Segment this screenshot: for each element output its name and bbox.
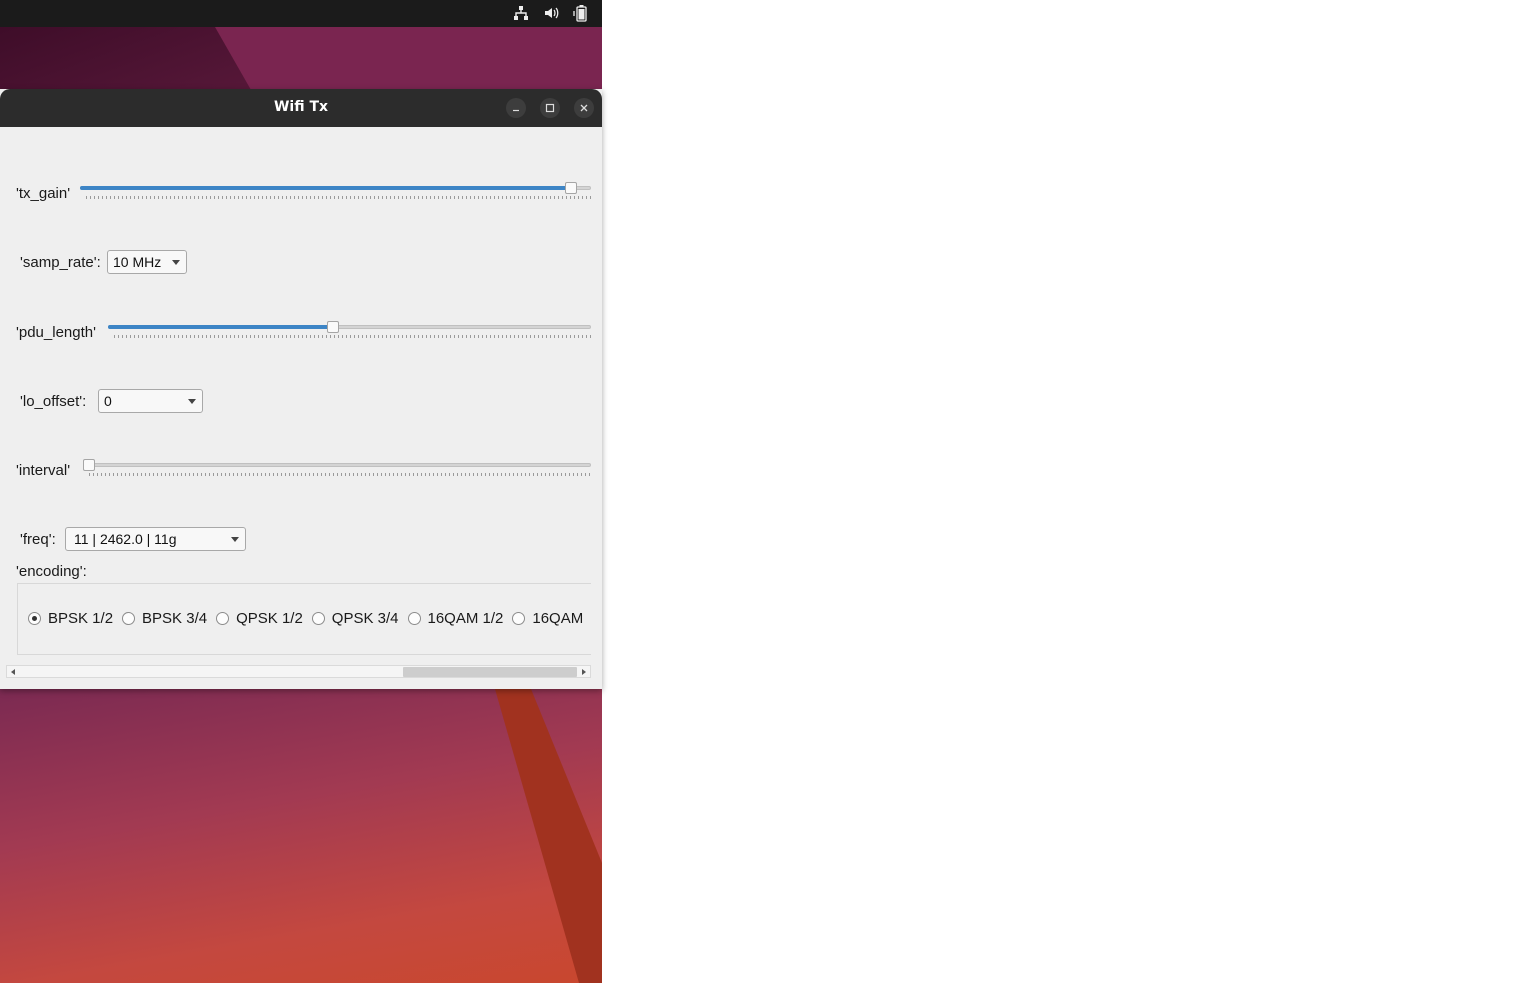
interval-slider[interactable]	[83, 455, 591, 476]
tx-gain-slider[interactable]	[80, 178, 591, 199]
slider-handle[interactable]	[327, 321, 340, 333]
top-bar	[0, 0, 602, 27]
encoding-radio[interactable]: BPSK 3/4	[122, 610, 207, 627]
radio-button[interactable]	[122, 612, 136, 625]
encoding-radio[interactable]: QPSK 3/4	[311, 610, 399, 627]
samp-rate-dropdown[interactable]: 10 MHz	[107, 250, 187, 274]
minimize-icon	[513, 109, 519, 112]
battery-icon[interactable]	[572, 4, 590, 22]
scroll-right-icon[interactable]	[582, 669, 586, 675]
slider-track	[83, 463, 591, 467]
encoding-options: BPSK 1/2 BPSK 3/4 QPSK 1/2 QPSK 3/4 16QAM 1/…	[28, 610, 591, 627]
close-icon	[580, 104, 588, 112]
slider-handle[interactable]	[565, 182, 578, 194]
radio-label: BPSK 3/4	[142, 610, 208, 627]
control-panel: 'tx_gain' 'samp_rate': 10 MHz 'pdu_lengt…	[0, 127, 602, 689]
radio-label: 16QAM	[532, 610, 584, 627]
maximize-icon	[545, 103, 555, 113]
horizontal-scrollbar[interactable]	[6, 665, 591, 678]
encoding-radio[interactable]: 16QAM 1/2	[407, 610, 504, 627]
lo-offset-dropdown[interactable]: 0	[98, 389, 203, 413]
scrollbar-thumb[interactable]	[403, 667, 577, 677]
wallpaper-shape	[215, 27, 602, 97]
lo-offset-label: 'lo_offset':	[20, 393, 87, 410]
system-tray[interactable]	[512, 4, 590, 22]
encoding-radio[interactable]: QPSK 1/2	[216, 610, 303, 627]
app-window: Wifi Tx 'tx_gain' 'samp_rate': 10 MHz 'p…	[0, 89, 602, 689]
freq-value: 11 | 2462.0 | 11g	[74, 531, 177, 547]
title-bar[interactable]: Wifi Tx	[0, 89, 602, 127]
radio-button[interactable]	[512, 612, 526, 625]
close-button[interactable]	[574, 98, 594, 118]
radio-button[interactable]	[216, 612, 230, 625]
network-icon[interactable]	[512, 4, 530, 22]
radio-label: QPSK 3/4	[331, 610, 399, 627]
slider-ticks	[114, 335, 591, 338]
samp-rate-value: 10 MHz	[113, 254, 162, 270]
chevron-down-icon	[172, 260, 180, 265]
slider-handle[interactable]	[83, 459, 95, 471]
lo-offset-value: 0	[104, 393, 112, 409]
radio-label: BPSK 1/2	[48, 610, 114, 627]
interval-label: 'interval'	[16, 462, 71, 479]
scroll-left-icon[interactable]	[11, 669, 15, 675]
volume-icon[interactable]	[542, 4, 560, 22]
maximize-button[interactable]	[540, 98, 560, 118]
slider-ticks	[89, 473, 591, 476]
radio-button[interactable]	[311, 612, 325, 625]
minimize-button[interactable]	[506, 98, 526, 118]
slider-fill	[108, 325, 334, 329]
radio-button[interactable]	[407, 612, 421, 625]
encoding-radio[interactable]: BPSK 1/2	[28, 610, 113, 627]
freq-label: 'freq':	[20, 531, 56, 548]
encoding-group: BPSK 1/2 BPSK 3/4 QPSK 1/2 QPSK 3/4 16QAM 1/…	[17, 583, 591, 655]
encoding-label: 'encoding':	[16, 563, 87, 580]
encoding-radio[interactable]: 16QAM	[512, 610, 583, 627]
radio-label: QPSK 1/2	[236, 610, 303, 627]
tx-gain-label: 'tx_gain'	[16, 185, 71, 202]
pdu-length-slider[interactable]	[108, 317, 591, 338]
slider-fill	[80, 186, 572, 190]
slider-ticks	[86, 196, 591, 199]
samp-rate-label: 'samp_rate':	[20, 254, 101, 271]
radio-button[interactable]	[28, 612, 41, 625]
chevron-down-icon	[188, 399, 196, 404]
chevron-down-icon	[231, 537, 239, 542]
radio-label: 16QAM 1/2	[427, 610, 504, 627]
pdu-length-label: 'pdu_length'	[16, 324, 96, 341]
freq-dropdown[interactable]: 11 | 2462.0 | 11g	[65, 527, 246, 551]
